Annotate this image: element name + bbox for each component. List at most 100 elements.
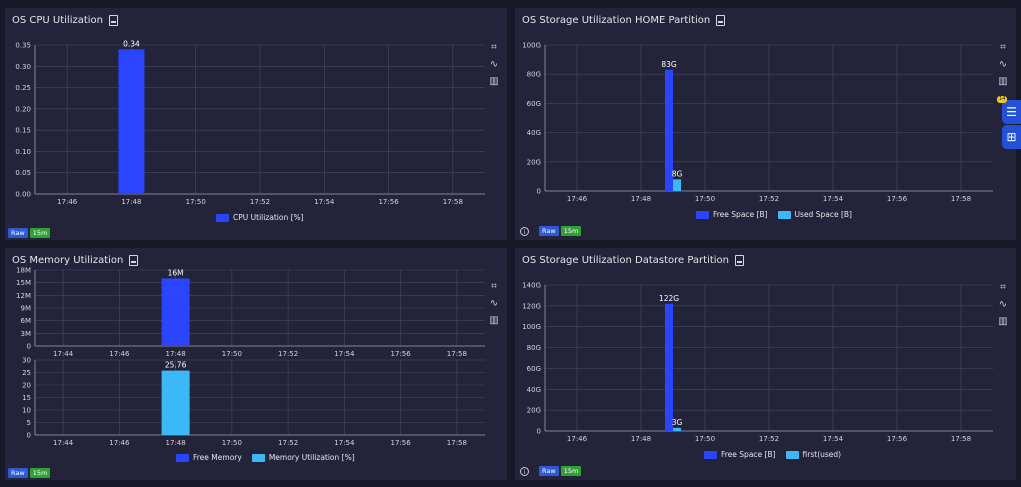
mem_bottom-plot: 0 5 10 15 20 25 30 17:44 17:46 17:48 17:50 17:52 17:…: [22, 357, 485, 447]
bar-chart-icon[interactable]: ▥: [488, 314, 500, 327]
y-tick-label: 0.05: [15, 169, 31, 177]
home-plot: 0 20G 40G 60G 80G 100G 17:46 17:48 17:50 17:52 17:…: [522, 42, 993, 203]
data-label: 83G: [661, 60, 677, 69]
legend-item[interactable]: Free Memory: [176, 453, 242, 462]
x-tick-label: 17:50: [695, 435, 715, 443]
legend-item[interactable]: Memory Utilization [%]: [251, 453, 355, 462]
info-icon[interactable]: i: [520, 466, 529, 476]
y-tick-label: 100G: [522, 42, 541, 50]
bar[interactable]: [665, 303, 673, 431]
raw-badge[interactable]: Raw: [8, 228, 28, 238]
raw-badge[interactable]: Raw: [539, 226, 559, 236]
y-tick-label: 80G: [527, 344, 541, 352]
x-tick-label: 17:54: [334, 439, 355, 447]
cpu-panel: OS CPU Utilization 0.00 0.05 0.10 0.15 0.20 0…: [5, 8, 507, 240]
bar[interactable]: [118, 49, 145, 194]
bar[interactable]: [673, 179, 681, 191]
chat-icon: ☰: [1006, 105, 1017, 119]
y-tick-label: 6M: [21, 317, 32, 325]
y-tick-label: 9M: [21, 305, 32, 313]
x-tick-label: 17:46: [57, 198, 78, 206]
x-tick-label: 17:46: [567, 195, 588, 203]
bar[interactable]: [161, 278, 190, 346]
legend-label: first(used): [802, 450, 842, 459]
memory-chart: 0 3M 6M 9M 12M 15M 18M 17:44 17:46 17:48 17:50 17:5…: [16, 267, 485, 447]
x-tick-label: 17:56: [378, 198, 399, 206]
data-label: 16M: [168, 268, 184, 277]
crop-zoom-icon[interactable]: ⌗: [488, 280, 500, 293]
x-tick-label: 17:44: [53, 350, 74, 358]
comments-button[interactable]: 14 ☰: [997, 96, 1021, 124]
bar-chart-icon[interactable]: ▥: [997, 315, 1009, 328]
x-tick-label: 17:44: [53, 439, 74, 447]
x-tick-label: 17:54: [823, 435, 844, 443]
legend-label: Used Space [B]: [794, 210, 852, 219]
crop-zoom-icon[interactable]: ⌗: [997, 41, 1009, 54]
legend-item[interactable]: CPU Utilization [%]: [216, 213, 304, 222]
raw-badge[interactable]: Raw: [8, 468, 28, 478]
y-tick-label: 15M: [16, 279, 31, 287]
data-label: 3G: [672, 418, 683, 427]
legend-label: Memory Utilization [%]: [268, 453, 355, 462]
x-tick-label: 17:50: [186, 198, 206, 206]
y-tick-label: 80G: [527, 71, 541, 79]
x-tick-label: 17:56: [887, 435, 908, 443]
legend-item[interactable]: Used Space [B]: [777, 210, 852, 219]
y-tick-label: 10: [22, 407, 31, 415]
home-storage-chart: 0 20G 40G 60G 80G 100G 17:46 17:48 17:50 17:52 17:…: [522, 42, 993, 203]
line-chart-icon[interactable]: ∿: [997, 298, 1009, 311]
memory-panel: OS Memory Utilization 0 3M 6M 9M 12M 15M 18M 17…: [5, 248, 507, 480]
y-tick-label: 18M: [16, 267, 31, 275]
datastore-storage-chart: 0 20G 40G 60G 80G 100G 120G 140G 17:46 17:48 17:50…: [522, 282, 993, 443]
grid-icon: ⊞: [1006, 130, 1017, 144]
legend-label: Free Space [B]: [721, 450, 776, 459]
x-tick-label: 17:48: [166, 350, 186, 358]
x-tick-label: 17:54: [314, 198, 335, 206]
x-tick-label: 17:48: [631, 195, 651, 203]
aggregation-badge[interactable]: 15m: [29, 468, 51, 478]
bar-chart-icon[interactable]: ▥: [997, 75, 1009, 88]
x-tick-label: 17:48: [121, 198, 141, 206]
aggregation-badge[interactable]: 15m: [560, 466, 582, 476]
aggregation-badge[interactable]: 15m: [29, 228, 51, 238]
legend-item[interactable]: first(used): [785, 450, 842, 459]
x-tick-label: 17:52: [250, 198, 270, 206]
y-tick-label: 15: [22, 394, 31, 402]
y-tick-label: 0: [27, 432, 31, 440]
y-tick-label: 0.15: [15, 127, 31, 135]
bar[interactable]: [161, 370, 190, 435]
data-label: 0.34: [123, 39, 140, 48]
cpu-plot: 0.00 0.05 0.10 0.15 0.20 0.25 0.30 0.35 17:46 17:…: [15, 39, 485, 206]
crop-zoom-icon[interactable]: ⌗: [997, 281, 1009, 294]
x-tick-label: 17:46: [567, 435, 588, 443]
line-chart-icon[interactable]: ∿: [488, 297, 500, 310]
apps-grid-button[interactable]: ⊞: [1002, 125, 1021, 149]
y-tick-label: 60G: [527, 365, 541, 373]
crop-zoom-icon[interactable]: ⌗: [488, 41, 500, 54]
y-tick-label: 0.30: [15, 63, 31, 71]
aggregation-badge[interactable]: 15m: [560, 226, 582, 236]
bar[interactable]: [673, 427, 681, 431]
legend-item[interactable]: Free Space [B]: [696, 210, 768, 219]
x-tick-label: 17:52: [759, 195, 779, 203]
raw-badge[interactable]: Raw: [539, 466, 559, 476]
bar-chart-icon[interactable]: ▥: [488, 75, 500, 88]
y-tick-label: 0.25: [15, 84, 31, 92]
x-tick-label: 17:52: [278, 350, 298, 358]
x-tick-label: 17:58: [443, 198, 463, 206]
line-chart-icon[interactable]: ∿: [997, 58, 1009, 71]
line-chart-icon[interactable]: ∿: [488, 58, 500, 71]
x-tick-label: 17:56: [887, 195, 908, 203]
x-tick-label: 17:58: [951, 195, 971, 203]
y-tick-label: 60G: [527, 100, 541, 108]
home-storage-panel: OS Storage Utilization HOME Partition 02…: [515, 8, 1016, 240]
x-tick-label: 17:52: [759, 435, 779, 443]
legend-label: CPU Utilization [%]: [233, 213, 304, 222]
info-icon[interactable]: i: [520, 226, 529, 236]
x-tick-label: 17:54: [823, 195, 844, 203]
data-label: 8G: [672, 169, 683, 178]
x-tick-label: 17:48: [631, 435, 651, 443]
y-tick-label: 0.20: [15, 105, 31, 113]
datastore-plot: 0 20G 40G 60G 80G 100G 120G 140G 17:46 17:48 17:50…: [522, 282, 993, 443]
legend-item[interactable]: Free Space [B]: [704, 450, 776, 459]
